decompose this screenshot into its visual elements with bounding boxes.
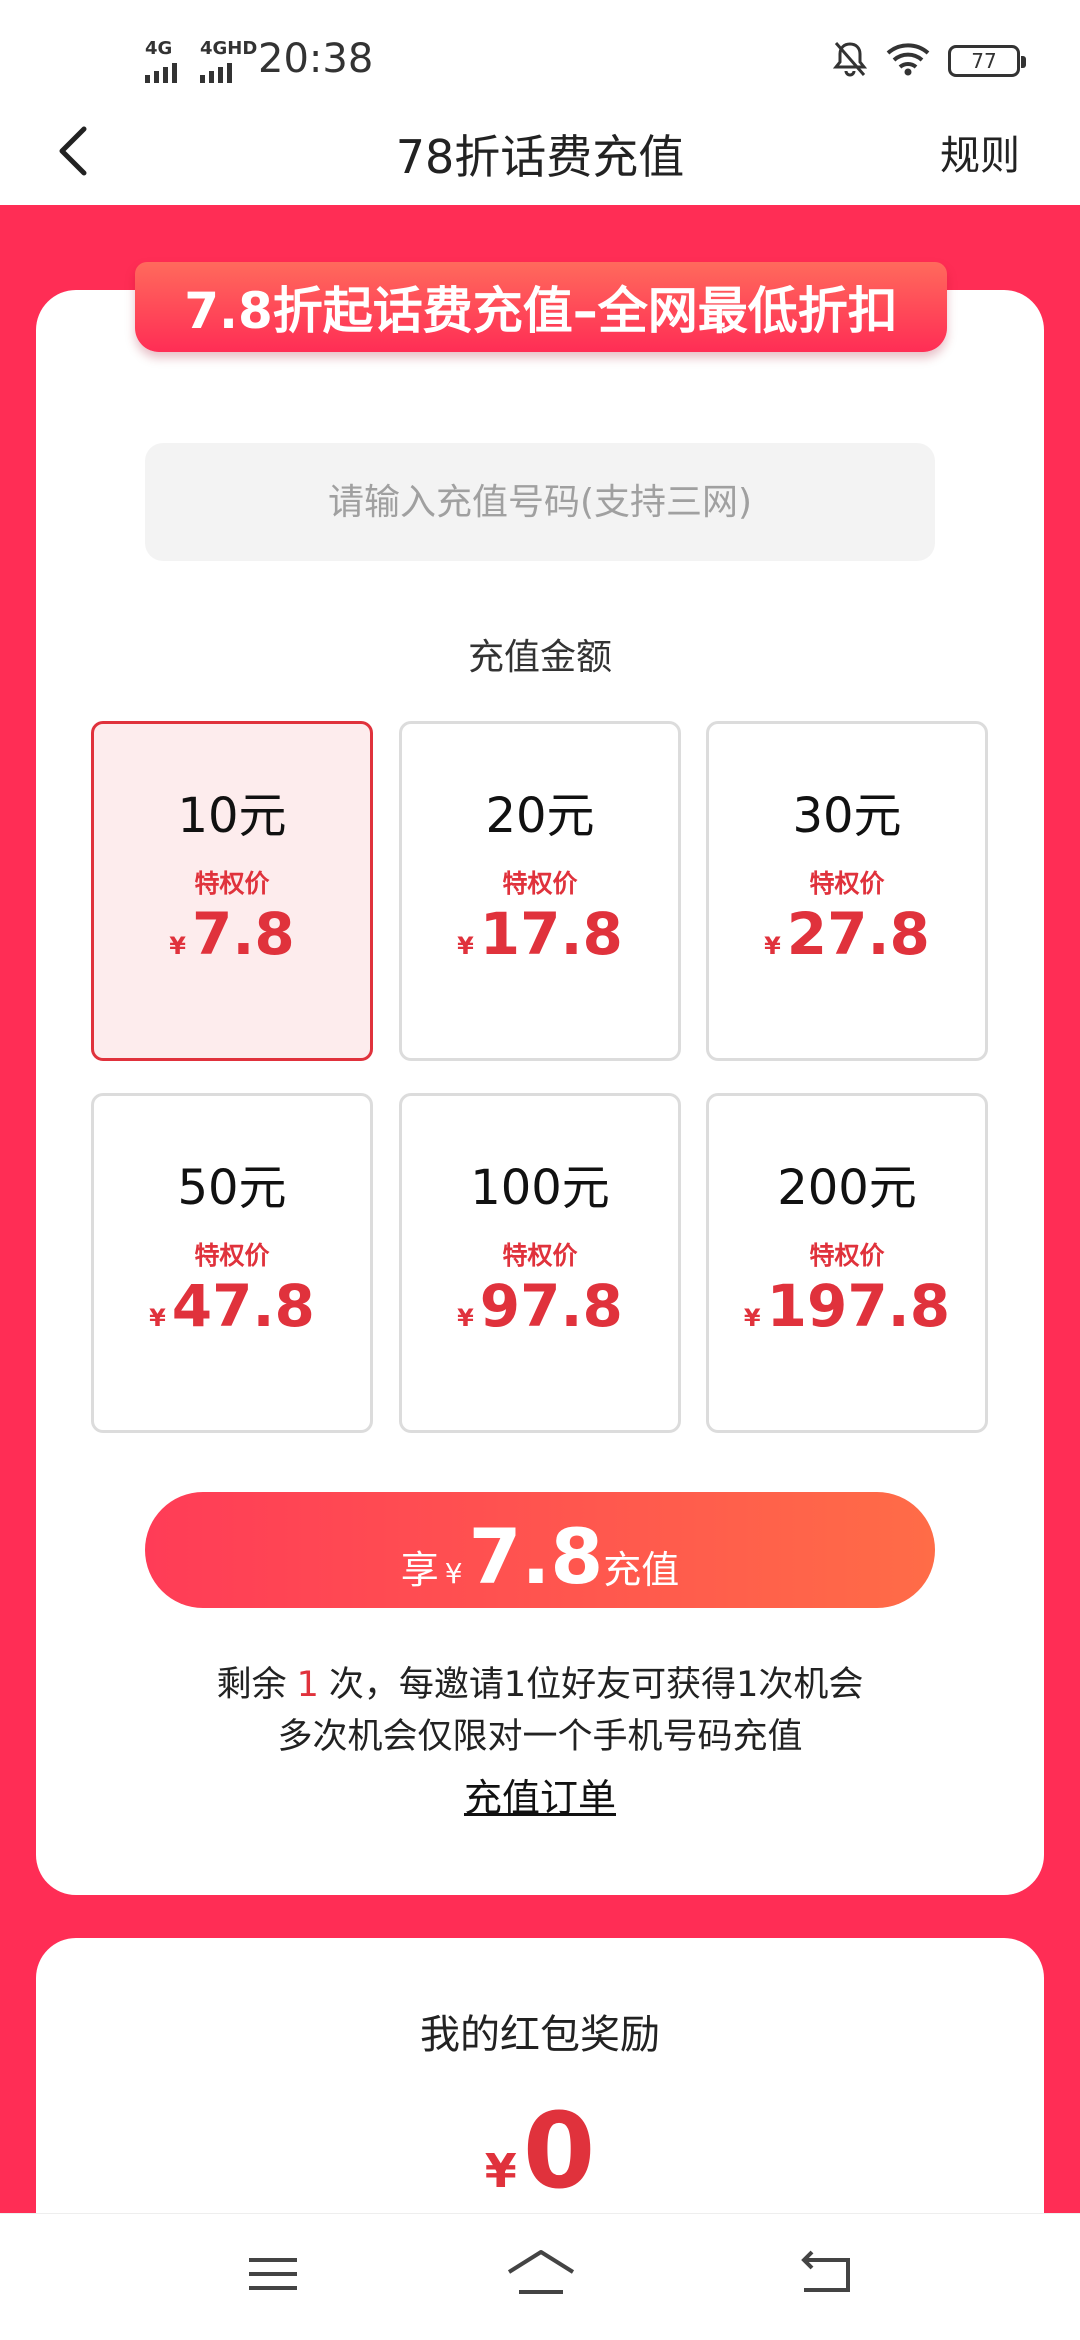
option-price-value: 47.8 bbox=[171, 1272, 315, 1340]
limit-note: 多次机会仅限对一个手机号码充值 bbox=[277, 1717, 803, 1757]
sim2-network-label: 4GHD bbox=[200, 38, 258, 59]
option-price: ¥97.8 bbox=[402, 1272, 678, 1340]
remaining-chances-text: 剩余 1 次，每邀请1位好友可获得1次机会 bbox=[0, 1656, 1080, 1707]
option-face-value: 200元 bbox=[777, 1160, 917, 1216]
option-price-value: 97.8 bbox=[479, 1272, 623, 1340]
option-price: ¥17.8 bbox=[402, 900, 678, 968]
option-tag: 特权价 bbox=[194, 869, 270, 898]
home-icon[interactable] bbox=[505, 2244, 577, 2304]
screen: 4G 4GHD 20:38 77 78折话费充值 规则 7.8折起话费充值–全网… bbox=[0, 0, 1080, 2340]
option-face-value: 30元 bbox=[792, 788, 902, 844]
sim1-network-label: 4G bbox=[145, 38, 173, 59]
reward-currency: ¥ bbox=[484, 2144, 517, 2198]
amount-option-10[interactable]: 10元 特权价 ¥7.8 bbox=[91, 721, 373, 1061]
phone-number-input[interactable] bbox=[145, 443, 935, 561]
system-nav-bar bbox=[0, 2213, 1080, 2340]
page-title: 78折话费充值 bbox=[395, 130, 685, 184]
recharge-button[interactable]: 享 ¥ 7.8 充值 bbox=[145, 1492, 935, 1608]
sim2-signal-icon: 4GHD bbox=[200, 38, 257, 83]
cta-prefix: 享 bbox=[400, 1548, 439, 1592]
currency-symbol: ¥ bbox=[743, 1304, 761, 1332]
bell-off-icon bbox=[832, 40, 868, 82]
battery-icon: 77 bbox=[948, 45, 1026, 77]
status-bar: 4G 4GHD 20:38 77 bbox=[0, 0, 1080, 95]
return-icon[interactable] bbox=[796, 2244, 856, 2304]
reward-amount: ¥0 bbox=[0, 2090, 1080, 2212]
currency-symbol: ¥ bbox=[764, 932, 781, 960]
wifi-icon bbox=[886, 42, 930, 80]
status-time: 20:38 bbox=[258, 36, 374, 82]
option-price-value: 27.8 bbox=[786, 900, 930, 968]
remaining-after: 次，每邀请1位好友可获得1次机会 bbox=[328, 1665, 864, 1705]
option-tag: 特权价 bbox=[502, 1241, 578, 1270]
amount-section-title: 充值金额 bbox=[467, 637, 612, 678]
battery-level: 77 bbox=[971, 49, 997, 73]
orders-link[interactable]: 充值订单 bbox=[0, 1767, 1080, 1822]
cta-currency: ¥ bbox=[444, 1557, 463, 1590]
amount-option-200[interactable]: 200元 特权价 ¥197.8 bbox=[706, 1093, 988, 1433]
amount-option-100[interactable]: 100元 特权价 ¥97.8 bbox=[399, 1093, 681, 1433]
option-tag: 特权价 bbox=[809, 1241, 885, 1270]
amount-option-50[interactable]: 50元 特权价 ¥47.8 bbox=[91, 1093, 373, 1433]
option-tag: 特权价 bbox=[194, 1241, 270, 1270]
reward-title: 我的红包奖励 bbox=[420, 2012, 660, 2058]
remaining-count: 1 bbox=[296, 1665, 319, 1705]
currency-symbol: ¥ bbox=[457, 1304, 474, 1332]
amount-option-20[interactable]: 20元 特权价 ¥17.8 bbox=[399, 721, 681, 1061]
option-price-value: 197.8 bbox=[766, 1272, 951, 1340]
cta-amount: 7.8 bbox=[468, 1512, 604, 1601]
option-face-value: 50元 bbox=[177, 1160, 287, 1216]
option-price: ¥27.8 bbox=[709, 900, 985, 968]
amount-option-30[interactable]: 30元 特权价 ¥27.8 bbox=[706, 721, 988, 1061]
remaining-before: 剩余 bbox=[216, 1665, 287, 1705]
option-face-value: 20元 bbox=[485, 788, 595, 844]
currency-symbol: ¥ bbox=[169, 932, 186, 960]
option-tag: 特权价 bbox=[809, 869, 885, 898]
option-price-value: 17.8 bbox=[479, 900, 623, 968]
menu-icon[interactable] bbox=[243, 2244, 303, 2304]
top-nav-bar: 78折话费充值 规则 bbox=[0, 95, 1080, 205]
cta-suffix: 充值 bbox=[603, 1548, 680, 1592]
reward-amount-value: 0 bbox=[522, 2090, 596, 2212]
option-price: ¥7.8 bbox=[94, 900, 370, 968]
option-price: ¥47.8 bbox=[94, 1272, 370, 1340]
option-face-value: 100元 bbox=[470, 1160, 610, 1216]
currency-symbol: ¥ bbox=[149, 1304, 166, 1332]
option-price-value: 7.8 bbox=[191, 900, 295, 968]
sim1-signal-icon: 4G bbox=[145, 38, 177, 83]
status-icons: 77 bbox=[832, 40, 1026, 82]
option-face-value: 10元 bbox=[177, 788, 287, 844]
promo-banner: 7.8折起话费充值–全网最低折扣 bbox=[135, 262, 947, 352]
rules-link[interactable]: 规则 bbox=[940, 123, 1020, 181]
option-price: ¥197.8 bbox=[709, 1272, 985, 1340]
option-tag: 特权价 bbox=[502, 869, 578, 898]
currency-symbol: ¥ bbox=[457, 932, 474, 960]
